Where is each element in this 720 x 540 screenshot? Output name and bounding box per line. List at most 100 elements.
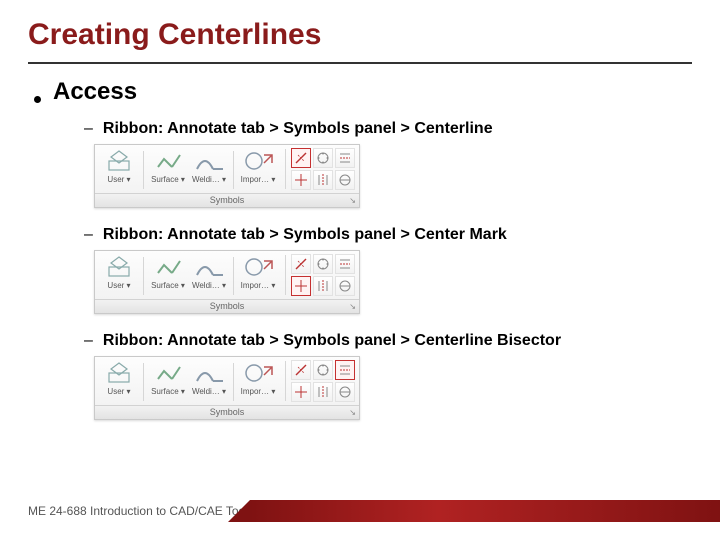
ribbon-big-glyph-icon — [152, 361, 184, 385]
sub-item-center-mark: – Ribbon: Annotate tab > Symbols panel >… — [84, 226, 694, 244]
dialog-launcher-icon[interactable]: ↘ — [349, 408, 356, 417]
centerline-icon — [294, 363, 308, 377]
ribbon-separator — [233, 151, 234, 189]
centerline-icon — [294, 151, 308, 165]
centerline-bisector-button[interactable] — [335, 360, 355, 380]
hole-pattern-button[interactable] — [313, 148, 333, 168]
bullet-dot-icon — [34, 96, 41, 103]
center-mark-icon — [294, 173, 308, 187]
center-mark-button[interactable] — [291, 382, 311, 402]
ribbon-big-label: User — [100, 387, 138, 405]
ribbon-big-button[interactable]: Impor… — [238, 147, 278, 193]
centerline-bisector-icon — [338, 257, 352, 271]
ribbon-big-label: Weldi… — [190, 175, 228, 193]
ribbon-big-button[interactable]: Impor… — [238, 253, 278, 299]
hole-pattern-icon — [316, 257, 330, 271]
datum-target-icon — [338, 385, 352, 399]
datum-target-icon — [338, 279, 352, 293]
symbols-panel: User SurfaceWeldi… Impor…Symbols↘ — [94, 356, 360, 420]
ribbon-big-button[interactable]: User — [99, 359, 139, 405]
datum-target-button[interactable] — [335, 170, 355, 190]
ribbon-big-button[interactable]: Surface — [148, 359, 188, 405]
ribbon-big-glyph-icon — [242, 361, 274, 385]
centerline-button[interactable] — [291, 148, 311, 168]
bullet-dash-icon: – — [84, 226, 93, 244]
sub-item-label: Ribbon: Annotate tab > Symbols panel > C… — [103, 120, 493, 138]
ribbon-separator — [285, 149, 286, 189]
datum-target-button[interactable] — [335, 382, 355, 402]
ribbon-big-button[interactable]: Weldi… — [189, 359, 229, 405]
ribbon-big-button[interactable]: Weldi… — [189, 147, 229, 193]
bullet-access: Access — [34, 78, 694, 106]
hole-pattern-icon — [316, 151, 330, 165]
centerline-bisector-button[interactable] — [335, 148, 355, 168]
centerline-icon — [294, 257, 308, 271]
centerline-button[interactable] — [291, 254, 311, 274]
ribbon-big-glyph-icon — [193, 149, 225, 173]
ribbon-big-label: Surface — [149, 175, 187, 193]
centerline-bisector-icon — [338, 151, 352, 165]
symmetry-button[interactable] — [313, 382, 333, 402]
ribbon-big-glyph-icon — [152, 149, 184, 173]
datum-target-button[interactable] — [335, 276, 355, 296]
symmetry-icon — [316, 385, 330, 399]
hole-pattern-button[interactable] — [313, 254, 333, 274]
sub-item-label: Ribbon: Annotate tab > Symbols panel > C… — [103, 332, 561, 350]
ribbon-big-glyph-icon — [193, 255, 225, 279]
ribbon-big-glyph-icon — [103, 361, 135, 385]
hole-pattern-icon — [316, 363, 330, 377]
ribbon-big-label: User — [100, 281, 138, 299]
ribbon-big-button[interactable]: Surface — [148, 253, 188, 299]
ribbon-separator — [285, 255, 286, 295]
ribbon-panel-caption: Symbols↘ — [95, 405, 359, 419]
ribbon-big-button[interactable]: Weldi… — [189, 253, 229, 299]
ribbon-big-label: Impor… — [239, 281, 277, 299]
centerline-bisector-button[interactable] — [335, 254, 355, 274]
ribbon-separator — [143, 363, 144, 401]
slide-content: Access – Ribbon: Annotate tab > Symbols … — [34, 78, 694, 438]
ribbon-big-button[interactable]: Impor… — [238, 359, 278, 405]
sub-item-centerline: – Ribbon: Annotate tab > Symbols panel >… — [84, 120, 694, 138]
ribbon-separator — [143, 257, 144, 295]
symmetry-button[interactable] — [313, 276, 333, 296]
bullet-dash-icon: – — [84, 332, 93, 350]
ribbon-separator — [143, 151, 144, 189]
ribbon-separator — [233, 257, 234, 295]
slide-title: Creating Centerlines — [28, 18, 321, 52]
footer-bar — [0, 500, 720, 522]
center-mark-icon — [294, 385, 308, 399]
centerline-button[interactable] — [291, 360, 311, 380]
ribbon-big-label: Surface — [149, 281, 187, 299]
sub-item-centerline-bisector: – Ribbon: Annotate tab > Symbols panel >… — [84, 332, 694, 350]
dialog-launcher-icon[interactable]: ↘ — [349, 196, 356, 205]
ribbon-big-label: Impor… — [239, 387, 277, 405]
ribbon-big-glyph-icon — [242, 149, 274, 173]
center-mark-button[interactable] — [291, 170, 311, 190]
ribbon-big-glyph-icon — [193, 361, 225, 385]
ribbon-big-label: Surface — [149, 387, 187, 405]
ribbon-big-glyph-icon — [103, 149, 135, 173]
ribbon-big-glyph-icon — [152, 255, 184, 279]
ribbon-panel-caption: Symbols↘ — [95, 193, 359, 207]
ribbon-big-button[interactable]: Surface — [148, 147, 188, 193]
ribbon-big-label: Weldi… — [190, 387, 228, 405]
bullet-access-label: Access — [53, 78, 137, 106]
ribbon-big-label: User — [100, 175, 138, 193]
ribbon-big-glyph-icon — [242, 255, 274, 279]
symmetry-button[interactable] — [313, 170, 333, 190]
ribbon-big-label: Impor… — [239, 175, 277, 193]
ribbon-big-label: Weldi… — [190, 281, 228, 299]
title-rule — [28, 62, 692, 64]
hole-pattern-button[interactable] — [313, 360, 333, 380]
ribbon-big-button[interactable]: User — [99, 147, 139, 193]
bullet-dash-icon: – — [84, 120, 93, 138]
centerline-bisector-icon — [338, 363, 352, 377]
ribbon-big-button[interactable]: User — [99, 253, 139, 299]
sub-item-label: Ribbon: Annotate tab > Symbols panel > C… — [103, 226, 507, 244]
center-mark-button[interactable] — [291, 276, 311, 296]
ribbon-panel-caption: Symbols↘ — [95, 299, 359, 313]
dialog-launcher-icon[interactable]: ↘ — [349, 302, 356, 311]
symmetry-icon — [316, 279, 330, 293]
symbols-panel: User SurfaceWeldi… Impor…Symbols↘ — [94, 144, 360, 208]
ribbon-separator — [285, 361, 286, 401]
